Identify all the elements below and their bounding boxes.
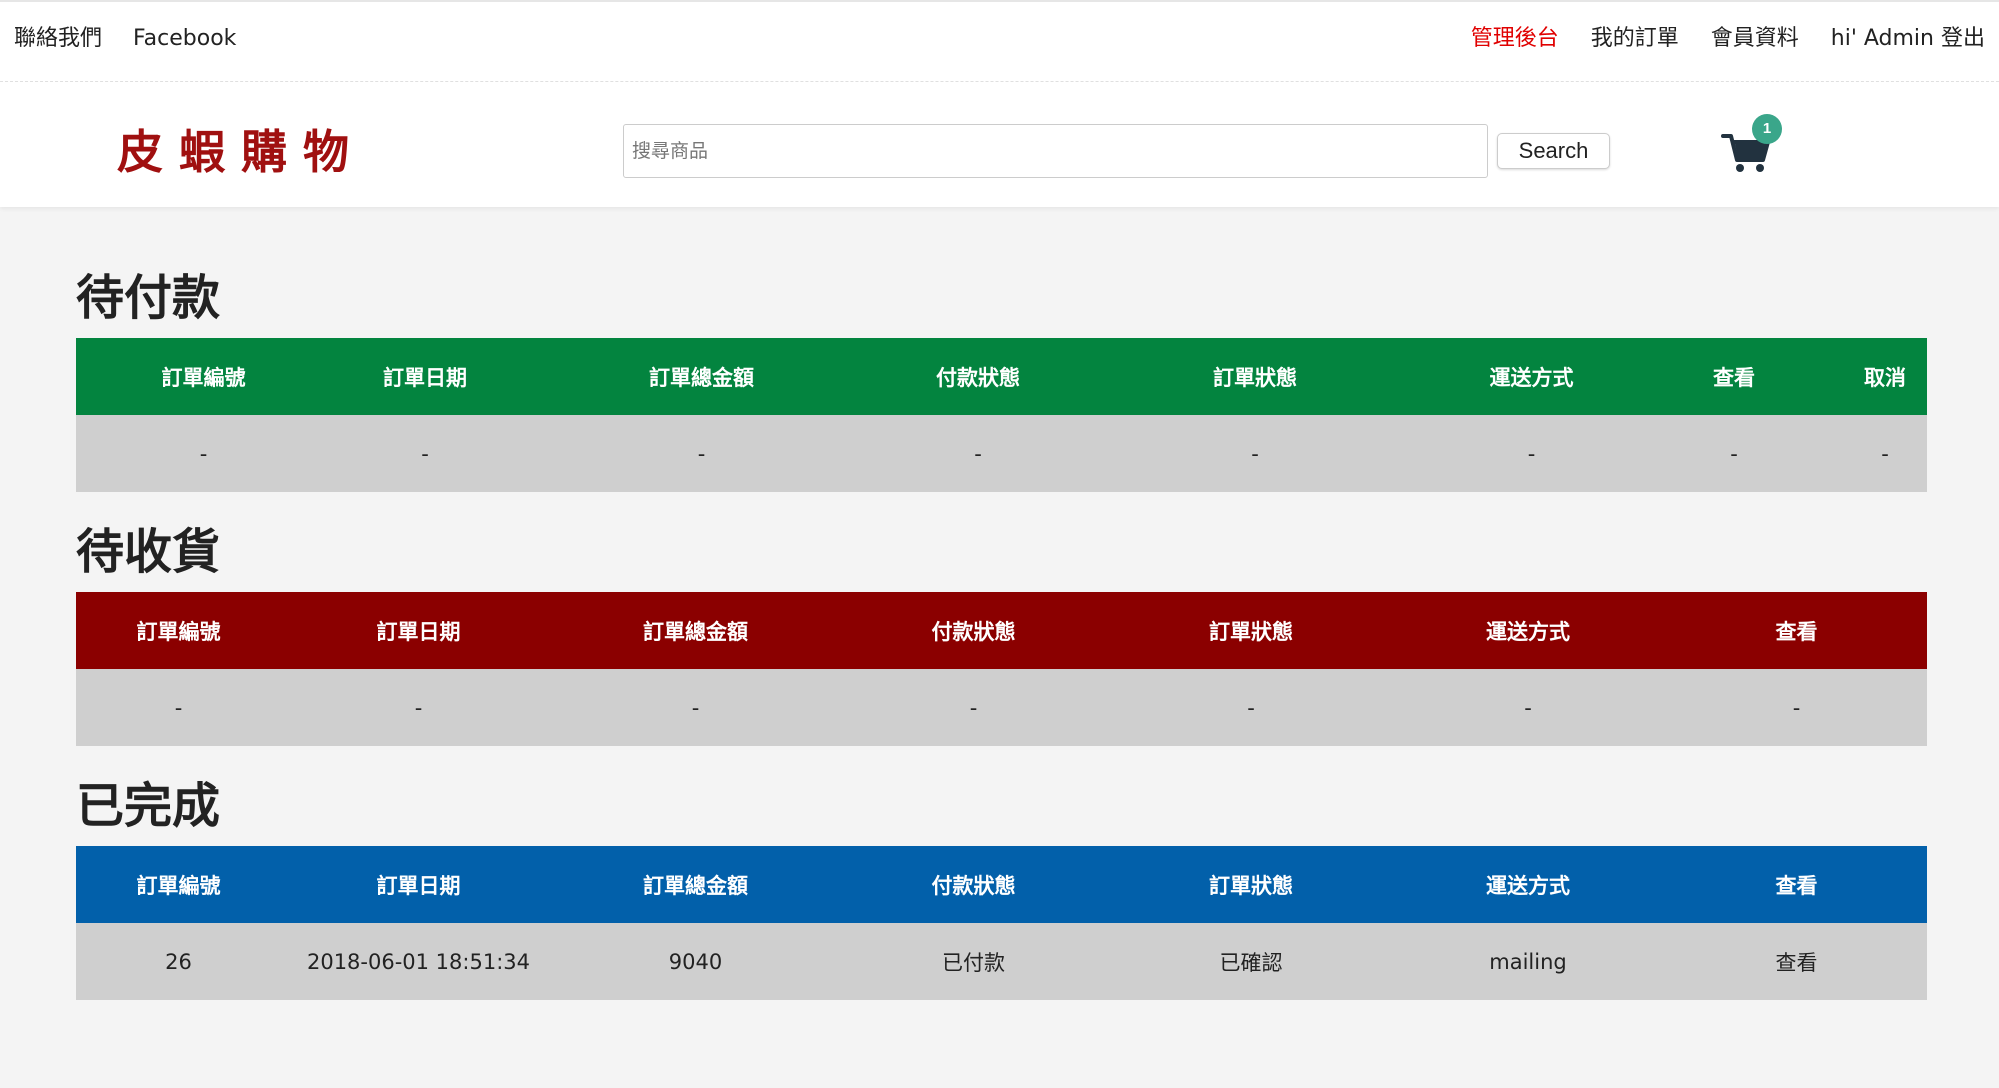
column-header: 訂單總金額 xyxy=(643,873,748,898)
table-cell: - xyxy=(174,695,183,720)
table-cell: - xyxy=(421,441,429,466)
column-header: 訂單狀態 xyxy=(1213,365,1297,390)
contact-us-link[interactable]: 聯絡我們 xyxy=(14,24,102,54)
column-header: 運送方式 xyxy=(1489,365,1574,390)
column-header: 運送方式 xyxy=(1486,873,1570,898)
column-header: 查看 xyxy=(1775,873,1818,898)
top-bar-left: 聯絡我們 Facebook xyxy=(14,24,236,54)
column-header: 運送方式 xyxy=(1486,619,1570,644)
column-header: 付款狀態 xyxy=(936,365,1020,390)
table-cell: - xyxy=(1527,441,1536,466)
table-row: - - - - - - - - xyxy=(76,415,1927,492)
search-button[interactable]: Search xyxy=(1497,133,1610,169)
table-header: 訂單編號 訂單日期 訂單總金額 付款狀態 訂單狀態 運送方式 查看 取消 xyxy=(76,338,1927,415)
shipping-orders-table: 訂單編號 訂單日期 訂單總金額 付款狀態 訂單狀態 運送方式 查看 - - - … xyxy=(76,592,1927,746)
column-header: 訂單編號 xyxy=(136,619,221,644)
table-cell: - xyxy=(691,695,700,720)
column-header: 訂單日期 xyxy=(376,619,461,644)
top-bar-right: 管理後台 我的訂單 會員資料 hi' Admin 登出 xyxy=(1471,24,1985,54)
cart-count-badge: 1 xyxy=(1752,114,1782,144)
column-header: 訂單總金額 xyxy=(649,365,754,390)
column-header: 訂單日期 xyxy=(376,873,461,898)
completed-orders-table: 訂單編號 訂單日期 訂單總金額 付款狀態 訂單狀態 運送方式 查看 26 201… xyxy=(76,846,1927,1000)
table-cell: - xyxy=(414,695,423,720)
order-total-cell: 9040 xyxy=(668,949,723,974)
order-status-cell: 已確認 xyxy=(1219,950,1283,975)
column-header: 訂單狀態 xyxy=(1209,873,1293,898)
column-header: 訂單總金額 xyxy=(643,619,748,644)
my-orders-link[interactable]: 我的訂單 xyxy=(1591,24,1679,54)
completed-section-title: 已完成 xyxy=(76,778,221,834)
admin-panel-link[interactable]: 管理後台 xyxy=(1471,24,1559,54)
table-cell: - xyxy=(969,695,978,720)
table-cell: - xyxy=(1251,441,1259,466)
table-cell: - xyxy=(697,441,706,466)
logout-link[interactable]: hi' Admin 登出 xyxy=(1831,24,1985,54)
facebook-link[interactable]: Facebook xyxy=(133,24,236,54)
top-bar: 聯絡我們 Facebook 管理後台 我的訂單 會員資料 hi' Admin 登… xyxy=(0,0,1999,82)
table-header: 訂單編號 訂單日期 訂單總金額 付款狀態 訂單狀態 運送方式 查看 xyxy=(76,592,1927,669)
column-header: 付款狀態 xyxy=(931,873,1016,898)
table-cell: - xyxy=(1247,695,1255,720)
column-header: 取消 xyxy=(1864,365,1906,390)
table-cell: - xyxy=(1792,695,1801,720)
pending-section-title: 待付款 xyxy=(76,270,221,326)
pending-orders-table: 訂單編號 訂單日期 訂單總金額 付款狀態 訂單狀態 運送方式 查看 取消 - -… xyxy=(76,338,1927,492)
site-header: 皮蝦購物 Search 1 xyxy=(0,82,1999,207)
search-input[interactable] xyxy=(623,124,1488,178)
column-header: 訂單編號 xyxy=(161,365,246,390)
table-cell: - xyxy=(1524,695,1532,720)
table-cell: - xyxy=(1881,441,1889,466)
table-header: 訂單編號 訂單日期 訂單總金額 付款狀態 訂單狀態 運送方式 查看 xyxy=(76,846,1927,923)
column-header: 訂單狀態 xyxy=(1209,619,1293,644)
table-cell: - xyxy=(974,441,982,466)
table-row: - - - - - - - xyxy=(76,669,1927,746)
table-cell: - xyxy=(1730,441,1738,466)
shipping-section-title: 待收貨 xyxy=(76,524,221,580)
column-header: 付款狀態 xyxy=(931,619,1016,644)
member-profile-link[interactable]: 會員資料 xyxy=(1711,24,1799,54)
shipping-method-cell: mailing xyxy=(1489,949,1567,974)
payment-status-cell: 已付款 xyxy=(942,950,1005,975)
site-logo[interactable]: 皮蝦購物 xyxy=(117,124,365,180)
table-row: 26 2018-06-01 18:51:34 9040 已付款 已確認 mail… xyxy=(76,923,1927,1000)
order-date-cell: 2018-06-01 18:51:34 xyxy=(306,949,531,974)
column-header: 訂單日期 xyxy=(383,365,467,390)
view-order-link[interactable]: 查看 xyxy=(1666,947,1927,977)
column-header: 訂單編號 xyxy=(136,873,221,898)
table-cell: - xyxy=(199,441,208,466)
column-header: 查看 xyxy=(1775,619,1818,644)
column-header: 查看 xyxy=(1713,365,1755,390)
order-id-cell: 26 xyxy=(165,949,192,974)
